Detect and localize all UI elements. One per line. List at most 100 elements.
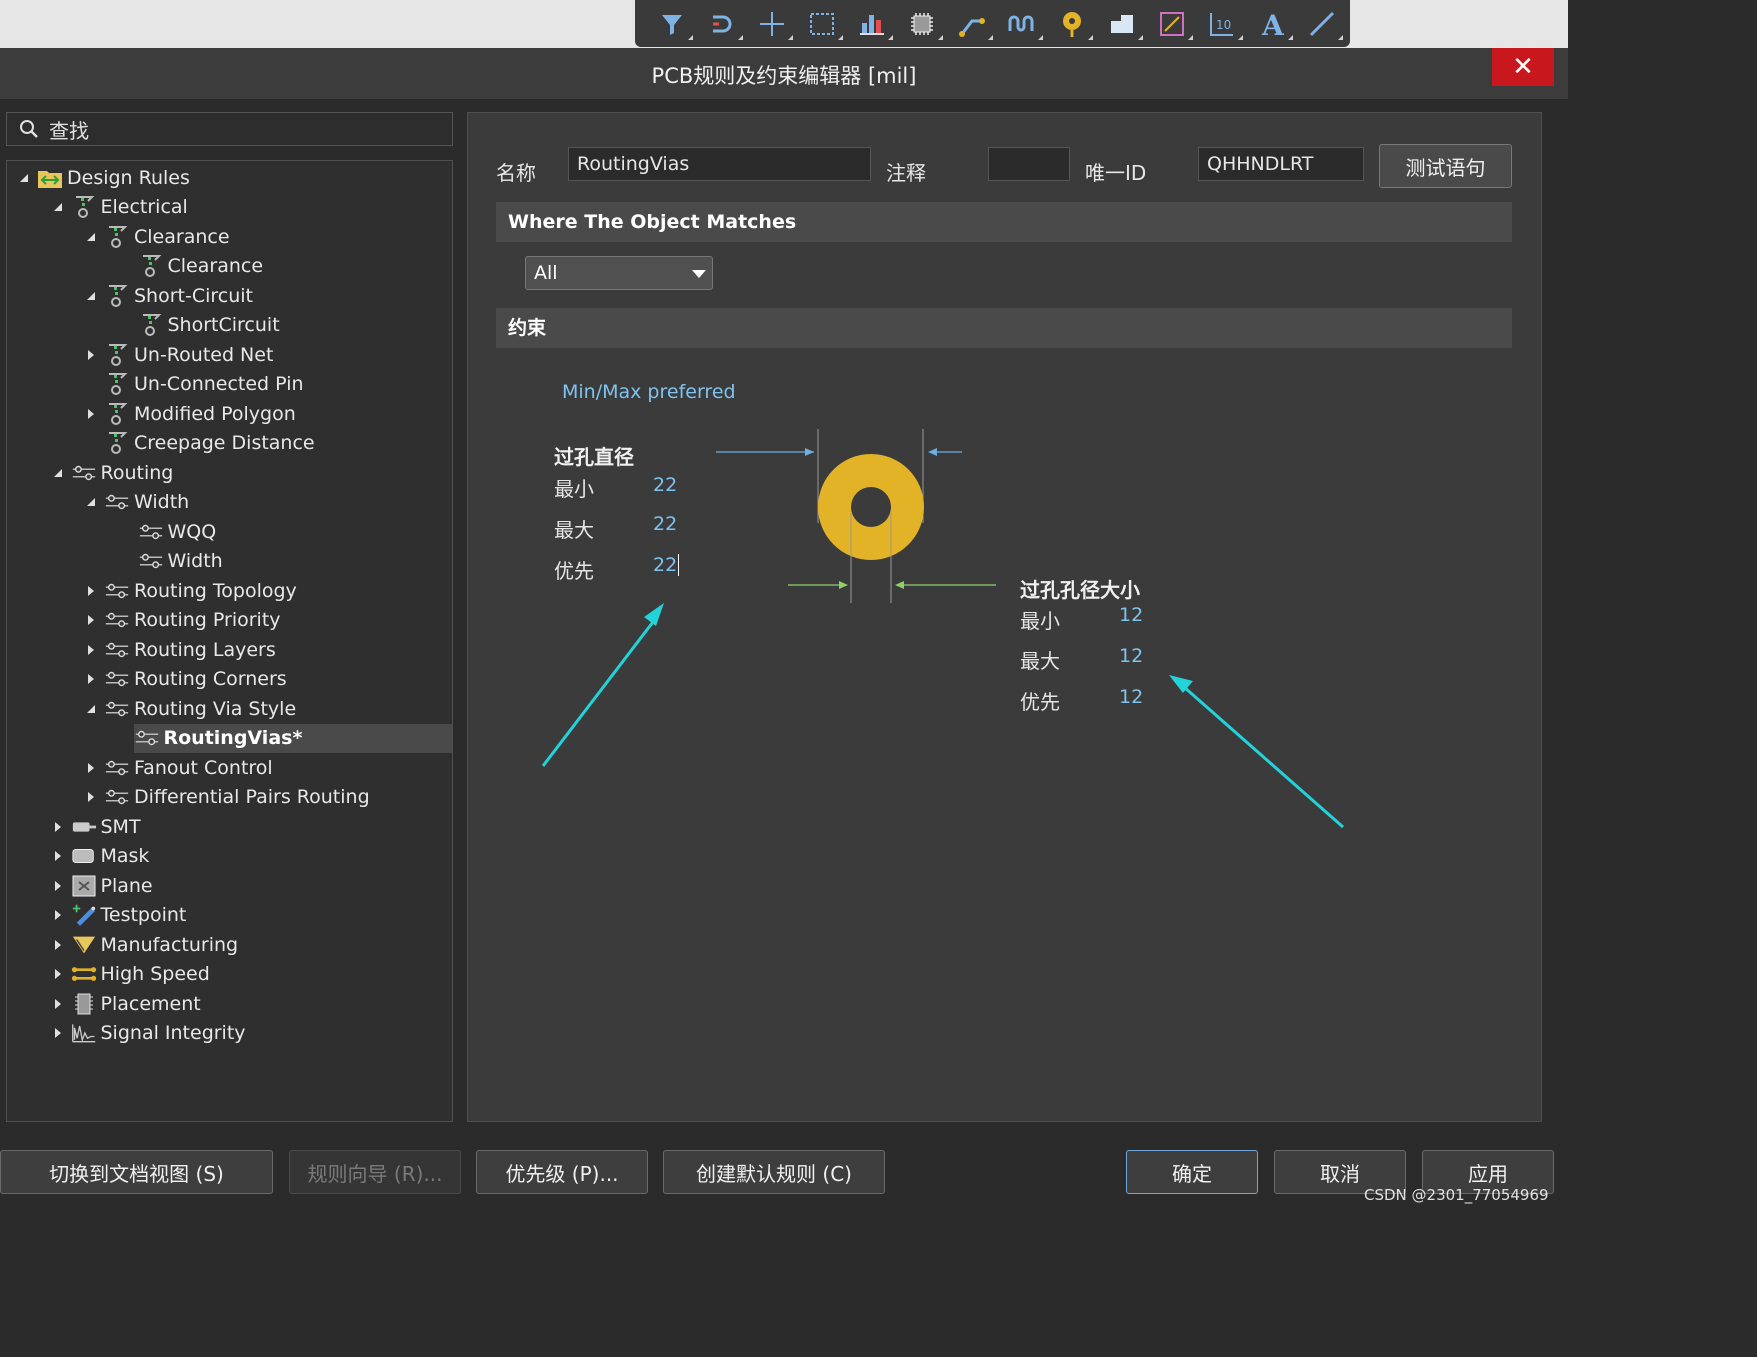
track-route-icon[interactable] bbox=[947, 4, 997, 44]
electrical-icon bbox=[104, 225, 130, 249]
bar-align-icon[interactable] bbox=[847, 4, 897, 44]
expand-toggle[interactable] bbox=[84, 348, 98, 362]
tree-item-label: ShortCircuit bbox=[167, 314, 280, 336]
interactive-routing-icon[interactable] bbox=[697, 4, 747, 44]
tree-item[interactable]: Manufacturing bbox=[51, 930, 239, 959]
collapse-toggle[interactable] bbox=[84, 495, 98, 509]
tree-item[interactable]: Design Rules bbox=[17, 163, 190, 192]
length-tune-icon[interactable] bbox=[997, 4, 1047, 44]
tree-item[interactable]: Mask bbox=[51, 842, 149, 871]
chip-component-icon[interactable] bbox=[897, 4, 947, 44]
tree-item-label: Routing Priority bbox=[134, 609, 281, 631]
switch-doc-view-button[interactable]: 切换到文档视图 (S) bbox=[0, 1150, 273, 1194]
tree-item[interactable]: Clearance bbox=[84, 222, 230, 251]
tree-item[interactable]: Short-Circuit bbox=[84, 281, 253, 310]
close-button[interactable]: ✕ bbox=[1492, 48, 1554, 86]
tree-item[interactable]: Fanout Control bbox=[84, 753, 273, 782]
rule-wizard-button[interactable]: 规则向导 (R)... bbox=[289, 1150, 461, 1194]
via-pad-icon[interactable] bbox=[1047, 4, 1097, 44]
expand-toggle[interactable] bbox=[84, 761, 98, 775]
routing-icon bbox=[104, 579, 130, 603]
line-icon[interactable] bbox=[1297, 4, 1347, 44]
search-box[interactable]: 查找 bbox=[6, 112, 453, 146]
expand-toggle[interactable] bbox=[84, 643, 98, 657]
expand-toggle[interactable] bbox=[51, 820, 65, 834]
expand-triangle-icon bbox=[88, 644, 94, 655]
polygon-fill-icon[interactable] bbox=[1097, 4, 1147, 44]
tree-item[interactable]: Electrical bbox=[51, 193, 188, 222]
tree-item-label: Manufacturing bbox=[100, 933, 239, 956]
tree-item[interactable]: High Speed bbox=[51, 960, 210, 989]
expand-toggle[interactable] bbox=[84, 407, 98, 421]
filter-icon[interactable] bbox=[647, 4, 697, 44]
tree-item[interactable]: Routing Corners bbox=[84, 665, 287, 694]
tree-item-label: Placement bbox=[100, 992, 201, 1015]
expand-toggle[interactable] bbox=[84, 613, 98, 627]
create-default-rules-button[interactable]: 创建默认规则 (C) bbox=[663, 1150, 885, 1194]
select-rect-icon[interactable] bbox=[797, 4, 847, 44]
collapse-toggle[interactable] bbox=[51, 466, 65, 480]
priorities-button[interactable]: 优先级 (P)... bbox=[476, 1150, 648, 1194]
tree-item[interactable]: Routing bbox=[51, 458, 174, 487]
expand-toggle[interactable] bbox=[51, 908, 65, 922]
expand-toggle[interactable] bbox=[84, 790, 98, 804]
tree-item[interactable]: Differential Pairs Routing bbox=[84, 783, 370, 812]
ok-button[interactable]: 确定 bbox=[1126, 1150, 1258, 1194]
text-icon[interactable]: A bbox=[1247, 4, 1297, 44]
collapse-toggle[interactable] bbox=[84, 289, 98, 303]
smt-icon bbox=[71, 815, 97, 839]
electrical-icon bbox=[104, 284, 130, 308]
expand-toggle[interactable] bbox=[84, 584, 98, 598]
routing-icon bbox=[134, 726, 160, 750]
collapse-toggle[interactable] bbox=[17, 171, 31, 185]
manufacturing-icon bbox=[71, 933, 97, 957]
tree-item[interactable]: Placement bbox=[51, 989, 201, 1018]
annotation-arrow-right bbox=[1169, 675, 1344, 829]
search-input[interactable]: 查找 bbox=[49, 115, 89, 144]
tree-item[interactable]: Routing Via Style bbox=[84, 694, 296, 723]
tree-item[interactable]: Un-Connected Pin bbox=[84, 370, 304, 399]
collapse-toggle[interactable] bbox=[84, 230, 98, 244]
tree-item-label: Creepage Distance bbox=[134, 432, 315, 454]
expand-toggle[interactable] bbox=[51, 967, 65, 981]
tree-item[interactable]: Creepage Distance bbox=[84, 429, 315, 458]
tree-item[interactable]: Testpoint bbox=[51, 901, 187, 930]
tree-item[interactable]: SMT bbox=[51, 812, 141, 841]
mask-icon bbox=[71, 844, 97, 868]
collapse-toggle[interactable] bbox=[84, 702, 98, 716]
routing-icon bbox=[104, 667, 130, 691]
tree-item[interactable]: Routing Layers bbox=[84, 635, 276, 664]
collapse-toggle[interactable] bbox=[51, 200, 65, 214]
testpoint-icon bbox=[71, 903, 97, 927]
pcb-toolbar: 10 A bbox=[635, 0, 1350, 47]
tree-item[interactable]: RoutingVias* bbox=[133, 723, 452, 753]
tree-item-label: Testpoint bbox=[100, 904, 187, 926]
tree-item[interactable]: Modified Polygon bbox=[84, 399, 296, 428]
tree-item[interactable]: Routing Topology bbox=[84, 576, 297, 605]
tree-item[interactable]: Width bbox=[84, 488, 189, 517]
tree-item[interactable]: Plane bbox=[51, 871, 153, 900]
collapse-triangle-icon bbox=[53, 203, 62, 211]
collapse-triangle-icon bbox=[87, 291, 95, 300]
tree-item[interactable]: Routing Priority bbox=[84, 606, 281, 635]
expand-toggle[interactable] bbox=[84, 672, 98, 686]
tree-item-label: Routing Via Style bbox=[134, 697, 297, 720]
tree-item[interactable]: Signal Integrity bbox=[51, 1019, 246, 1048]
tree-item[interactable]: Un-Routed Net bbox=[84, 340, 273, 369]
expand-toggle[interactable] bbox=[51, 849, 65, 863]
dimension-icon[interactable]: 10 bbox=[1197, 4, 1247, 44]
expand-toggle[interactable] bbox=[51, 879, 65, 893]
routing-icon bbox=[104, 756, 130, 780]
collapse-triangle-icon bbox=[20, 173, 28, 182]
tree-item[interactable]: WQQ bbox=[118, 517, 216, 546]
tree-item[interactable]: Clearance bbox=[118, 252, 263, 281]
expand-toggle[interactable] bbox=[51, 997, 65, 1011]
move-cross-icon[interactable] bbox=[747, 4, 797, 44]
tree-item-label: Routing bbox=[100, 461, 174, 484]
expand-toggle[interactable] bbox=[51, 1026, 65, 1040]
measure-icon[interactable] bbox=[1147, 4, 1197, 44]
tree-item[interactable]: Width bbox=[118, 547, 223, 576]
expand-toggle[interactable] bbox=[51, 938, 65, 952]
tree-item[interactable]: ShortCircuit bbox=[118, 311, 280, 340]
